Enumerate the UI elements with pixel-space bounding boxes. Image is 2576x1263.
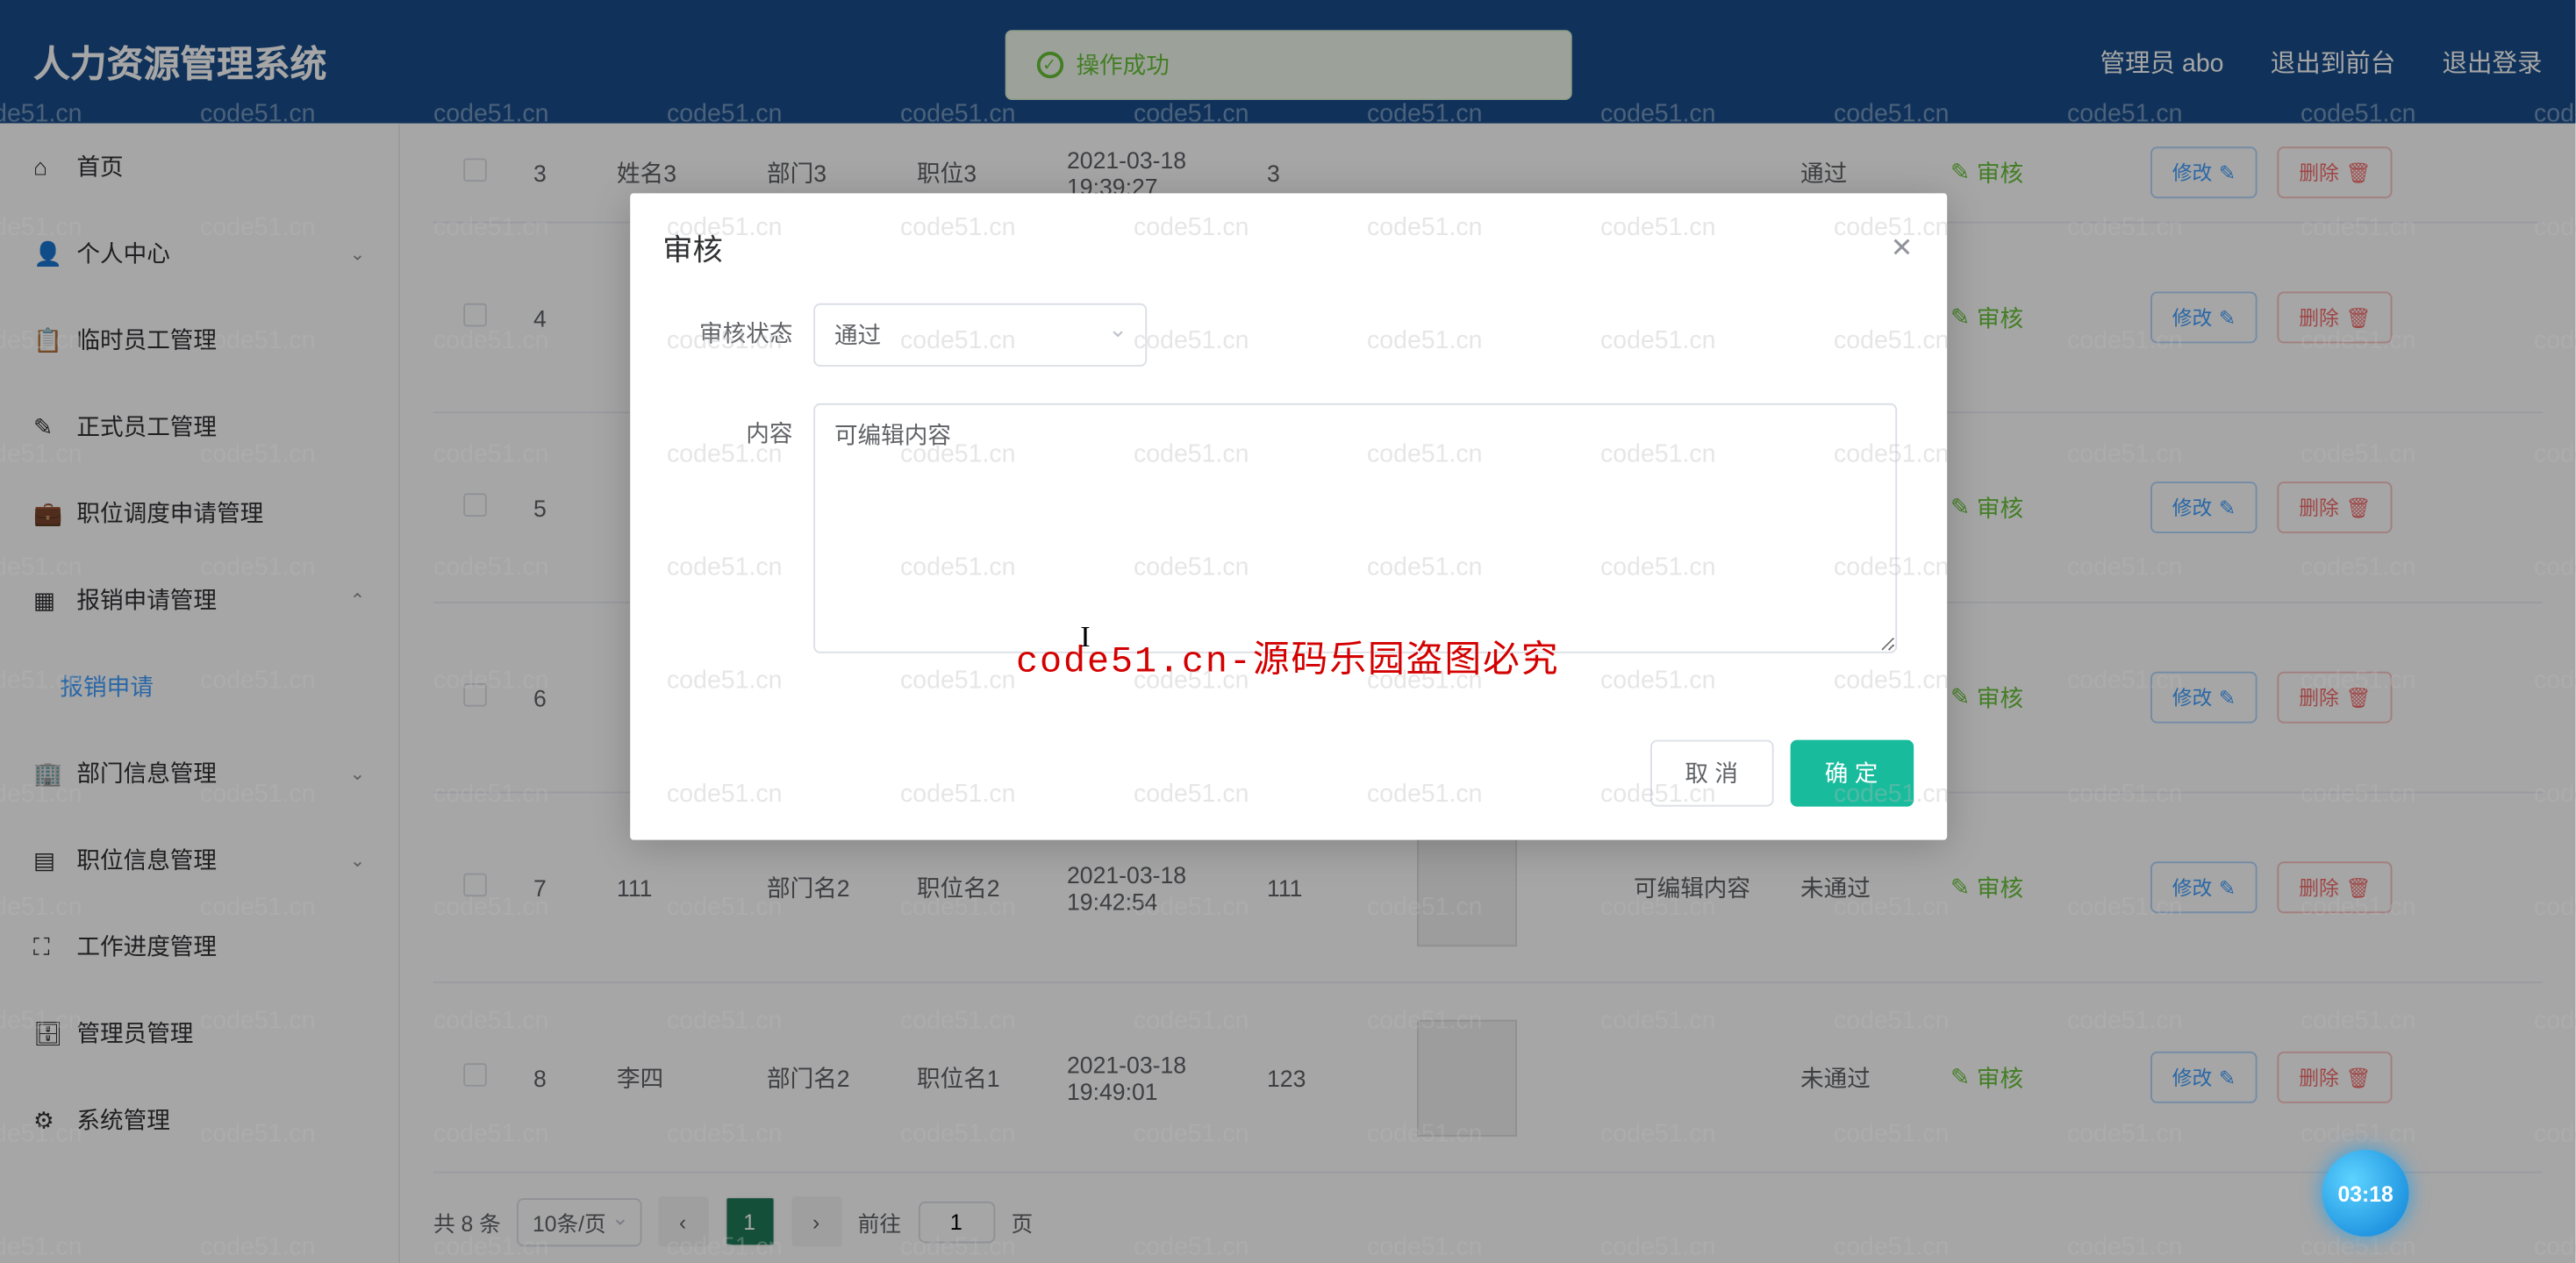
dialog-title: 审核 — [662, 226, 722, 269]
status-label: 审核状态 — [679, 303, 812, 350]
content-label: 内容 — [679, 403, 812, 450]
video-timestamp-bubble: 03:18 — [2322, 1150, 2409, 1237]
cancel-button[interactable]: 取 消 — [1649, 740, 1772, 807]
status-select[interactable]: 通过 — [812, 303, 1146, 367]
confirm-button[interactable]: 确 定 — [1790, 740, 1913, 807]
audit-dialog: 审核 ✕ 审核状态 通过 内容 取 消 确 定 — [629, 193, 1946, 839]
content-textarea[interactable] — [812, 403, 1896, 653]
close-icon[interactable]: ✕ — [1891, 232, 1913, 265]
